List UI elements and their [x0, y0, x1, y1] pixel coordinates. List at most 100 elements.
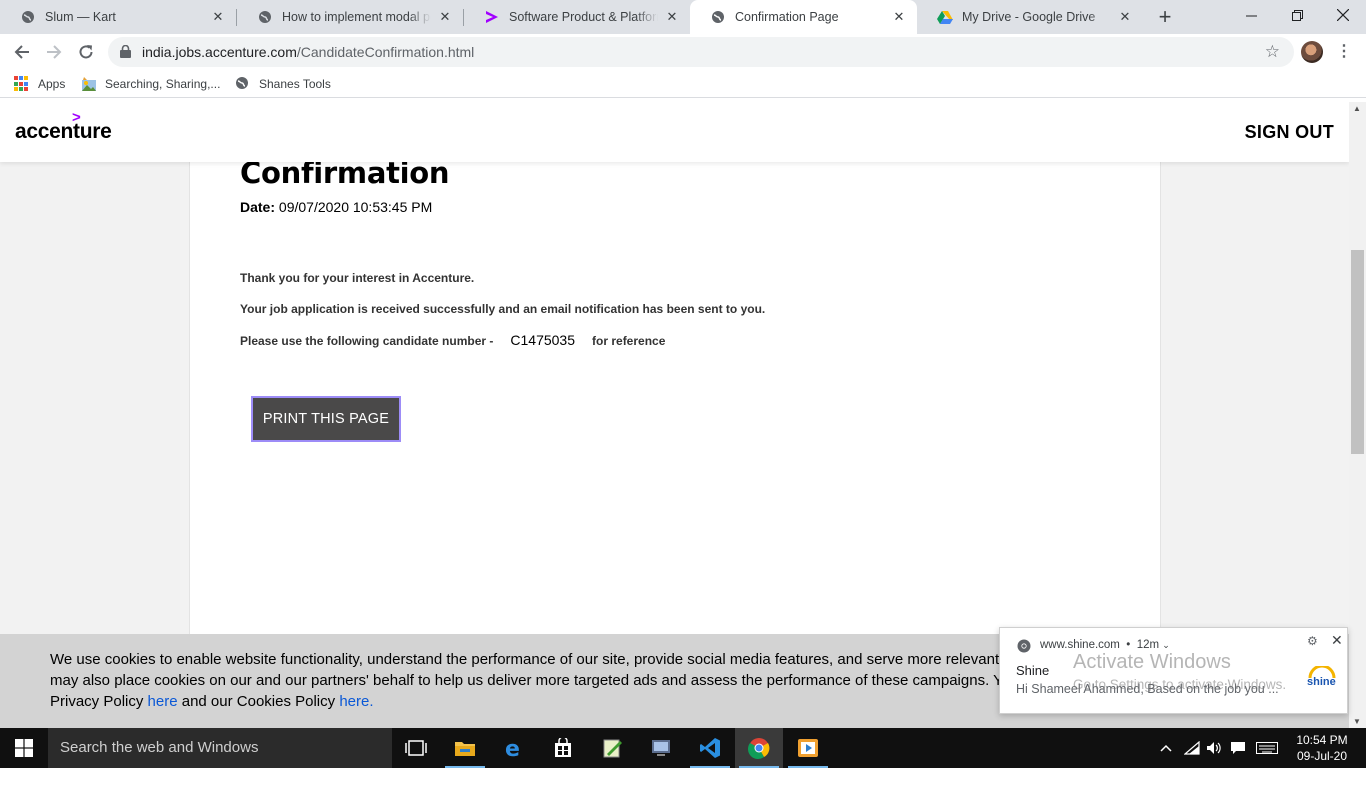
- sign-out-link[interactable]: SIGN OUT: [1245, 122, 1334, 143]
- print-page-button[interactable]: PRINT THIS PAGE: [251, 396, 401, 442]
- close-tab-icon[interactable]: ✕: [664, 9, 680, 25]
- url-text: india.jobs.accenture.com/CandidateConfir…: [142, 44, 474, 60]
- keyboard-icon[interactable]: [1254, 728, 1280, 768]
- file-explorer-icon[interactable]: [441, 728, 489, 768]
- tab-modal-popup[interactable]: How to implement modal pop ✕: [237, 0, 463, 34]
- wifi-icon[interactable]: [1182, 728, 1202, 768]
- notification-time: 12m: [1136, 639, 1160, 651]
- tab-confirmation-page[interactable]: Confirmation Page ✕: [690, 0, 917, 34]
- lock-icon[interactable]: [120, 44, 131, 63]
- bookmark-shanes-tools[interactable]: Shanes Tools: [235, 75, 331, 93]
- scroll-up-arrow-icon[interactable]: ▲: [1353, 104, 1361, 113]
- browser-toolbar: india.jobs.accenture.com/CandidateConfir…: [0, 34, 1366, 70]
- globe-icon: [710, 9, 726, 25]
- cookie-line-2: may also place cookies on our and our pa…: [50, 672, 1019, 689]
- candidate-number-line: Please use the following candidate numbe…: [240, 332, 665, 348]
- close-window-icon[interactable]: [1320, 0, 1366, 30]
- thank-you-message: Thank you for your interest in Accenture…: [240, 271, 475, 285]
- date-line: Date: 09/07/2020 10:53:45 PM: [240, 199, 432, 215]
- store-icon[interactable]: [539, 728, 587, 768]
- notification-title: Shine: [1016, 663, 1050, 678]
- accenture-icon: [484, 9, 500, 25]
- tab-title: Slum — Kart: [45, 10, 116, 24]
- tab-software-product[interactable]: Software Product & Platforms ✕: [464, 0, 690, 34]
- bookmark-star-icon[interactable]: ☆: [1265, 42, 1280, 62]
- search-placeholder: Search the web and Windows: [60, 739, 259, 756]
- windows-taskbar: Search the web and Windows e 10:54 PM 09…: [0, 728, 1366, 768]
- privacy-policy-link[interactable]: here: [148, 693, 178, 710]
- date-label: Date:: [240, 199, 276, 215]
- bookmark-label: Apps: [38, 77, 66, 91]
- edge-browser-icon[interactable]: e: [490, 728, 538, 768]
- close-tab-icon[interactable]: ✕: [891, 9, 907, 25]
- tab-slum-kart[interactable]: Slum — Kart ✕: [0, 0, 236, 34]
- tab-title: My Drive - Google Drive: [962, 10, 1096, 24]
- gear-icon[interactable]: ⚙: [1307, 634, 1318, 648]
- vscode-icon[interactable]: [686, 728, 734, 768]
- clock-time: 10:54 PM: [1296, 733, 1348, 747]
- accenture-logo[interactable]: accenture >: [15, 109, 112, 144]
- notification-site: www.shine.com: [1040, 639, 1120, 651]
- date-value: 09/07/2020 10:53:45 PM: [278, 199, 433, 215]
- received-message: Your job application is received success…: [240, 302, 766, 316]
- bookmarks-bar: Apps Searching, Sharing,... Shanes Tools: [0, 70, 1366, 98]
- page-scrollbar[interactable]: ▲ ▼: [1349, 102, 1366, 728]
- url-path: /CandidateConfirmation.html: [296, 44, 475, 60]
- close-tab-icon[interactable]: ✕: [437, 9, 453, 25]
- menu-dots-icon[interactable]: ⋮: [1336, 42, 1352, 62]
- shine-logo-text: shine: [1307, 676, 1336, 688]
- notepad-pencil-icon[interactable]: [588, 728, 636, 768]
- bookmark-label: Shanes Tools: [259, 77, 331, 91]
- bookmark-apps[interactable]: Apps: [14, 75, 65, 93]
- restore-icon[interactable]: [1274, 0, 1320, 30]
- taskbar-clock[interactable]: 10:54 PM 09-Jul-20: [1290, 732, 1354, 764]
- media-player-icon[interactable]: [784, 728, 832, 768]
- chevron-down-icon[interactable]: ⌄: [1162, 640, 1170, 650]
- bookmark-label: Searching, Sharing,...: [105, 77, 221, 91]
- scroll-down-arrow-icon[interactable]: ▼: [1353, 717, 1361, 726]
- windows-start-icon[interactable]: [0, 728, 48, 768]
- cookies-policy-link[interactable]: here.: [339, 693, 373, 710]
- url-host: india.jobs.accenture.com: [142, 44, 297, 60]
- chrome-icon[interactable]: [735, 728, 783, 768]
- minimize-icon[interactable]: [1228, 0, 1274, 30]
- new-tab-button[interactable]: +: [1154, 6, 1176, 29]
- tab-google-drive[interactable]: My Drive - Google Drive ✕: [917, 0, 1143, 34]
- svg-text:e: e: [505, 737, 520, 759]
- action-center-icon[interactable]: [1228, 728, 1248, 768]
- chrome-small-icon: [1017, 639, 1031, 658]
- reload-icon[interactable]: [72, 38, 100, 66]
- chevron-up-icon[interactable]: [1156, 728, 1176, 768]
- candidate-prefix: Please use the following candidate numbe…: [240, 334, 494, 348]
- bookmark-searching-sharing[interactable]: Searching, Sharing,...: [81, 75, 220, 93]
- browser-tab-strip: Slum — Kart ✕ How to implement modal pop…: [0, 0, 1366, 34]
- globe-icon: [235, 76, 251, 92]
- cookie-line-1: We use cookies to enable website functio…: [50, 651, 1025, 668]
- tab-title: How to implement modal pop: [282, 10, 431, 24]
- back-arrow-icon[interactable]: [8, 38, 36, 66]
- close-tab-icon[interactable]: ✕: [210, 9, 226, 25]
- logo-accent-chevron: >: [72, 109, 81, 126]
- tab-title: Confirmation Page: [735, 10, 839, 24]
- clock-date: 09-Jul-20: [1296, 749, 1348, 763]
- drive-icon: [937, 9, 953, 25]
- site-header: accenture > SIGN OUT: [0, 102, 1349, 162]
- activate-windows-watermark: Activate Windows: [1073, 651, 1231, 673]
- globe-icon: [257, 9, 273, 25]
- candidate-number: C1475035: [510, 332, 576, 348]
- close-tab-icon[interactable]: ✕: [1117, 9, 1133, 25]
- notification-source: www.shine.com • 12m ⌄: [1040, 639, 1170, 651]
- network-app-icon[interactable]: [637, 728, 685, 768]
- apps-grid-icon: [14, 76, 30, 92]
- close-icon[interactable]: ✕: [1331, 632, 1343, 649]
- cookie-text: We use cookies to enable website functio…: [50, 649, 1050, 712]
- address-bar[interactable]: india.jobs.accenture.com/CandidateConfir…: [108, 37, 1294, 67]
- volume-icon[interactable]: [1204, 728, 1224, 768]
- tab-title: Software Product & Platforms: [509, 10, 658, 24]
- task-view-icon[interactable]: [392, 728, 440, 768]
- taskbar-search-box[interactable]: Search the web and Windows: [48, 728, 392, 768]
- profile-avatar[interactable]: [1301, 41, 1323, 63]
- forward-arrow-icon[interactable]: [40, 38, 68, 66]
- scrollbar-thumb[interactable]: [1351, 250, 1364, 454]
- shine-logo: shine: [1306, 664, 1338, 688]
